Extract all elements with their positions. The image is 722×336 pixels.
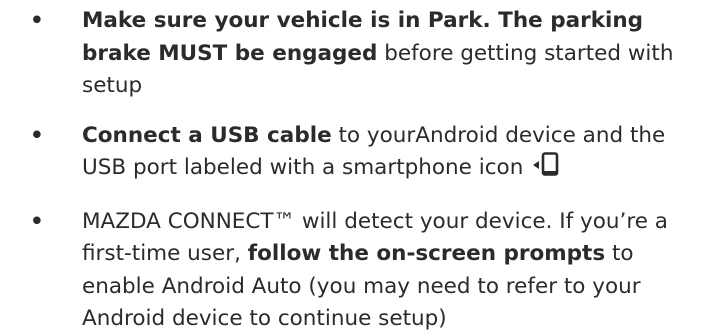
item-text-bold: follow the on-screen prompts: [247, 241, 606, 266]
list-item: • Connect a USB cable to yourAndroid dev…: [0, 120, 722, 189]
bullet: •: [30, 122, 44, 148]
item-text-bold: Connect a USB cable: [82, 122, 332, 148]
bullet: •: [30, 8, 44, 33]
bullet: •: [30, 208, 44, 234]
smartphone-icon: [532, 152, 562, 189]
list-item: • MAZDA CONNECT™ will detect your device…: [0, 206, 722, 336]
setup-instructions-list: • Make sure your vehicle is in Park. The…: [0, 5, 722, 336]
list-item: • Make sure your vehicle is in Park. The…: [0, 5, 722, 103]
